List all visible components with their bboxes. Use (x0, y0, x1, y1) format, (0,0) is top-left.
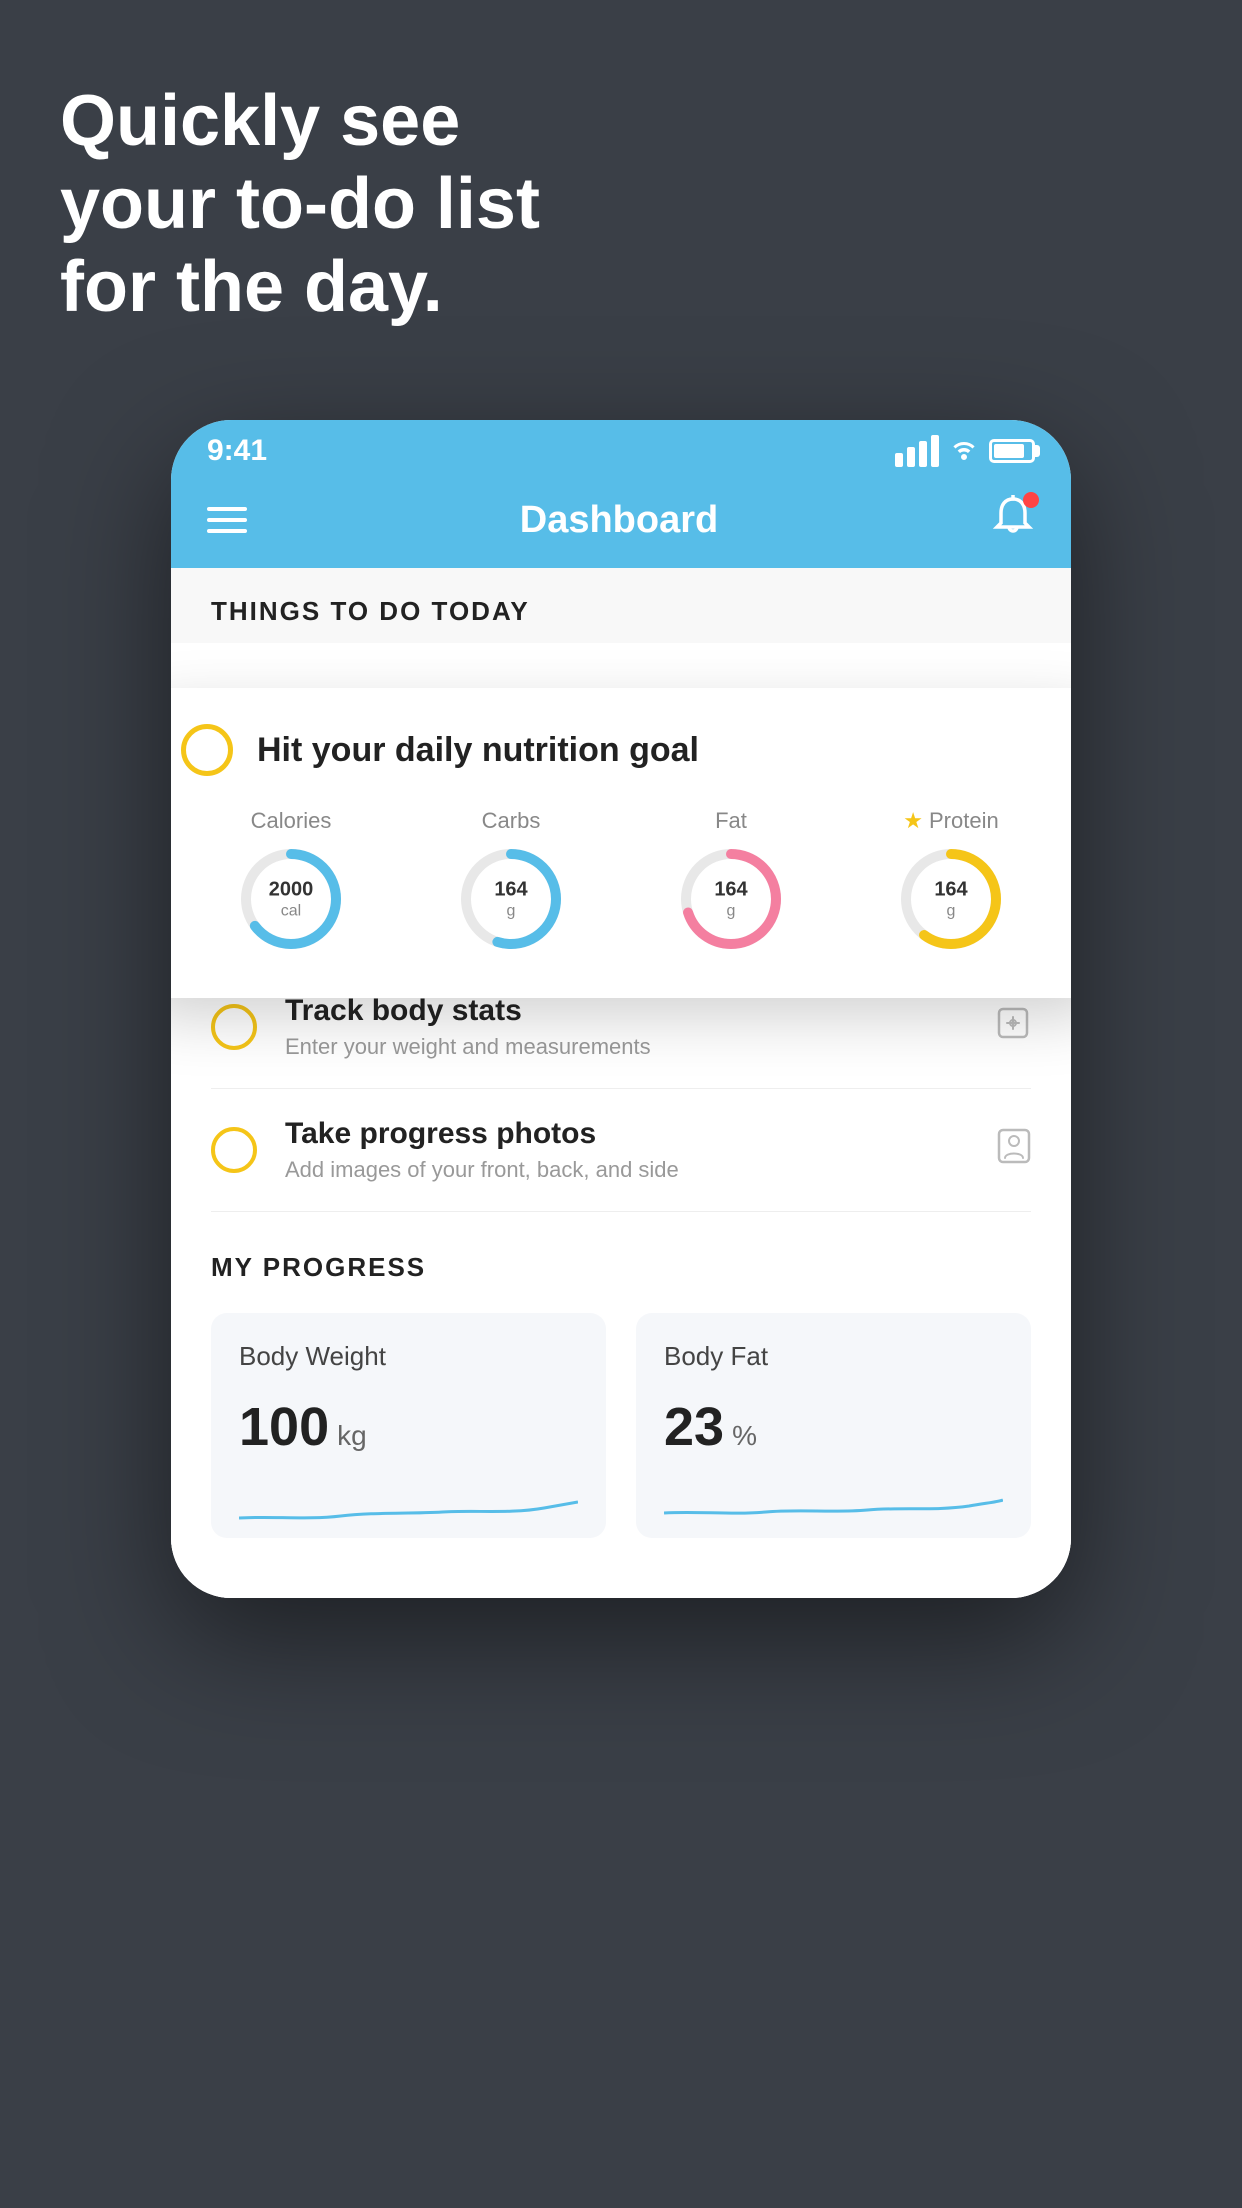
fat-value: 164 g (714, 877, 747, 920)
task-photos-subtitle: Add images of your front, back, and side (285, 1157, 969, 1183)
progress-cards: Body Weight 100 kg Body Fat (211, 1313, 1031, 1538)
body-weight-card[interactable]: Body Weight 100 kg (211, 1313, 606, 1538)
status-icons (895, 435, 1035, 467)
fat-label: Fat (715, 808, 747, 834)
scale-icon (995, 1005, 1031, 1049)
things-to-do-header: THINGS TO DO TODAY (171, 568, 1071, 643)
nutrition-card-title: Hit your daily nutrition goal (257, 731, 699, 770)
nutrition-card: Hit your daily nutrition goal Calories 2… (171, 688, 1071, 998)
calories-value: 2000 cal (269, 877, 314, 920)
task-photos-circle (211, 1127, 257, 1173)
person-icon (997, 1128, 1031, 1172)
body-fat-value: 23 % (664, 1396, 1003, 1458)
hero-line2: your to-do list (60, 163, 540, 246)
app-header: Dashboard (171, 478, 1071, 568)
fat-item: Fat 164 g (676, 808, 786, 954)
nutrition-card-header: Hit your daily nutrition goal (181, 724, 1061, 776)
header-title: Dashboard (520, 499, 718, 542)
carbs-label: Carbs (482, 808, 541, 834)
body-fat-label: Body Fat (664, 1341, 1003, 1372)
task-bodystats-text: Track body stats Enter your weight and m… (285, 994, 967, 1060)
signal-icon (895, 435, 939, 467)
calories-label: Calories (251, 808, 332, 834)
calories-item: Calories 2000 cal (236, 808, 346, 954)
hero-line1: Quickly see (60, 80, 540, 163)
wifi-icon (949, 436, 979, 467)
progress-section: MY PROGRESS Body Weight 100 kg (171, 1212, 1071, 1598)
task-progress-photos[interactable]: Take progress photos Add images of your … (211, 1089, 1031, 1212)
star-icon: ★ (903, 808, 923, 834)
body-fat-chart (664, 1478, 1003, 1538)
body-weight-chart (239, 1478, 578, 1538)
task-bodystats-title: Track body stats (285, 994, 967, 1028)
task-photos-text: Take progress photos Add images of your … (285, 1117, 969, 1183)
carbs-donut: 164 g (456, 844, 566, 954)
menu-button[interactable] (207, 507, 247, 533)
body-weight-value: 100 kg (239, 1396, 578, 1458)
task-bodystats-circle (211, 1004, 257, 1050)
protein-item: ★ Protein 164 g (896, 808, 1006, 954)
battery-icon (989, 439, 1035, 463)
body-weight-label: Body Weight (239, 1341, 578, 1372)
progress-section-title: MY PROGRESS (211, 1252, 1031, 1283)
body-fat-card[interactable]: Body Fat 23 % (636, 1313, 1031, 1538)
hero-text: Quickly see your to-do list for the day. (60, 80, 540, 328)
carbs-value: 164 g (494, 877, 527, 920)
protein-label: ★ Protein (903, 808, 998, 834)
fat-donut: 164 g (676, 844, 786, 954)
nutrition-circles: Calories 2000 cal Carbs (181, 808, 1061, 954)
phone-mockup: 9:41 Dashboard (171, 420, 1071, 1598)
nutrition-check-circle (181, 724, 233, 776)
task-photos-title: Take progress photos (285, 1117, 969, 1151)
carbs-item: Carbs 164 g (456, 808, 566, 954)
task-bodystats-subtitle: Enter your weight and measurements (285, 1034, 967, 1060)
protein-donut: 164 g (896, 844, 1006, 954)
status-time: 9:41 (207, 434, 267, 468)
hero-line3: for the day. (60, 246, 540, 329)
calories-donut: 2000 cal (236, 844, 346, 954)
notification-badge (1023, 492, 1039, 508)
protein-value: 164 g (934, 877, 967, 920)
phone-body: THINGS TO DO TODAY Hit your daily nutrit… (171, 568, 1071, 1598)
status-bar: 9:41 (171, 420, 1071, 478)
notification-button[interactable] (991, 496, 1035, 544)
